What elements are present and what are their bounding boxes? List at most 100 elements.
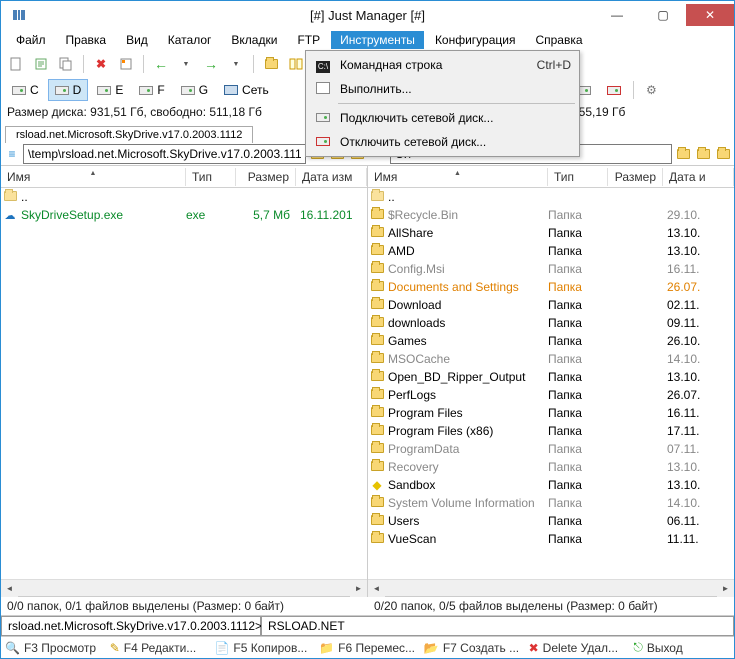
network-button[interactable]: Сеть <box>217 79 276 101</box>
col-type[interactable]: Тип <box>548 168 608 186</box>
file-row[interactable]: .. <box>368 188 734 206</box>
menuitem-icon <box>312 82 334 97</box>
file-row[interactable]: AllShareПапка13.10. <box>368 224 734 242</box>
compare-icon[interactable] <box>285 53 307 75</box>
menu-вкладки[interactable]: Вкладки <box>222 31 286 49</box>
file-row[interactable]: .. <box>1 188 367 206</box>
left-filelist[interactable]: ..☁SkyDriveSetup.exeexe5,7 Мб16.11.201 <box>1 188 367 579</box>
forward-icon[interactable]: → <box>200 53 222 75</box>
menuitem-label: Командная строка <box>334 58 537 72</box>
left-scrollbar[interactable]: ◄► <box>1 579 367 596</box>
menuitem-netadd[interactable]: Подключить сетевой диск... <box>308 106 577 130</box>
forward-dropdown-icon[interactable]: ▼ <box>225 53 247 75</box>
file-row[interactable]: PerfLogsПапка26.07. <box>368 386 734 404</box>
menuitem-cmd[interactable]: C:\Командная строкаCtrl+D <box>308 53 577 77</box>
file-row[interactable]: Documents and SettingsПапка26.07. <box>368 278 734 296</box>
file-row[interactable]: AMDПапка13.10. <box>368 242 734 260</box>
file-row[interactable]: System Volume InformationПапка14.10. <box>368 494 734 512</box>
right-drivebar: ⚙ <box>566 77 734 103</box>
file-row[interactable]: UsersПапка06.11. <box>368 512 734 530</box>
drive-d[interactable]: D <box>48 79 89 101</box>
copy-icon[interactable] <box>55 53 77 75</box>
left-path-input[interactable] <box>23 144 306 164</box>
file-row[interactable]: VueScanПапка11.11. <box>368 530 734 548</box>
fn-f5[interactable]: 📄F5 Копиров... <box>210 641 315 655</box>
file-type: Папка <box>548 244 608 258</box>
file-icon: ◆ <box>368 478 386 492</box>
file-name: $Recycle.Bin <box>386 208 548 222</box>
col-size[interactable]: Размер <box>236 168 296 186</box>
file-icon <box>1 190 19 204</box>
close-button[interactable]: ✕ <box>686 4 734 26</box>
fn-f3[interactable]: 🔍F3 Просмотр <box>1 641 106 655</box>
file-icon <box>368 514 386 528</box>
delete-icon[interactable]: ✖ <box>90 53 112 75</box>
settings-icon[interactable]: ⚙ <box>639 79 664 101</box>
col-date[interactable]: Дата и <box>663 168 734 186</box>
new-icon[interactable] <box>5 53 27 75</box>
col-size[interactable]: Размер <box>608 168 663 186</box>
fav3-icon[interactable] <box>714 145 732 163</box>
fav2-icon[interactable] <box>694 145 712 163</box>
properties-icon[interactable] <box>115 53 137 75</box>
file-row[interactable]: ◆SandboxПапка13.10. <box>368 476 734 494</box>
maximize-button[interactable]: ▢ <box>640 4 686 26</box>
drive-e[interactable]: E <box>90 79 130 101</box>
file-row[interactable]: downloadsПапка09.11. <box>368 314 734 332</box>
file-row[interactable]: Config.MsiПапка16.11. <box>368 260 734 278</box>
col-type[interactable]: Тип <box>186 168 236 186</box>
fn-f6[interactable]: 📁F6 Перемес... <box>315 641 420 655</box>
fn-delete[interactable]: ✖Delete Удал... <box>525 641 630 655</box>
menu-правка[interactable]: Правка <box>57 31 116 49</box>
file-icon <box>368 298 386 312</box>
file-row[interactable]: Program Files (x86)Папка17.11. <box>368 422 734 440</box>
drive-f[interactable]: F <box>132 79 171 101</box>
menu-справка[interactable]: Справка <box>526 31 591 49</box>
file-row[interactable]: $Recycle.BinПапка29.10. <box>368 206 734 224</box>
file-row[interactable]: Program FilesПапка16.11. <box>368 404 734 422</box>
col-name[interactable]: Имя <box>368 168 548 186</box>
file-icon <box>368 262 386 276</box>
right-filelist[interactable]: ..$Recycle.BinПапка29.10.AllShareПапка13… <box>368 188 734 579</box>
right-scrollbar[interactable]: ◄► <box>368 579 734 596</box>
command-input[interactable]: RSLOAD.NET <box>261 616 734 636</box>
file-row[interactable]: Open_BD_Ripper_OutputПапка13.10. <box>368 368 734 386</box>
file-row[interactable]: GamesПапка26.10. <box>368 332 734 350</box>
back-dropdown-icon[interactable]: ▼ <box>175 53 197 75</box>
file-row[interactable]: DownloadПапка02.11. <box>368 296 734 314</box>
drive-c[interactable]: C <box>5 79 46 101</box>
file-date: 02.11. <box>663 298 734 312</box>
menu-ftp[interactable]: FTP <box>288 31 329 49</box>
fn-icon: ✖ <box>529 641 539 655</box>
file-row[interactable]: MSOCacheПапка14.10. <box>368 350 734 368</box>
col-date[interactable]: Дата изм <box>296 168 367 186</box>
menu-вид[interactable]: Вид <box>117 31 157 49</box>
menuitem-run[interactable]: Выполнить... <box>308 77 577 101</box>
file-row[interactable]: ☁SkyDriveSetup.exeexe5,7 Мб16.11.201 <box>1 206 367 224</box>
file-row[interactable]: RecoveryПапка13.10. <box>368 458 734 476</box>
menuitem-netrem[interactable]: Отключить сетевой диск... <box>308 130 577 154</box>
menuitem-icon: C:\ <box>312 58 334 73</box>
history-icon[interactable]: ≡ <box>3 145 21 163</box>
fn-f4[interactable]: ✎F4 Редакти... <box>106 641 211 655</box>
drive-g[interactable]: G <box>174 79 215 101</box>
folder-tree-icon[interactable] <box>260 53 282 75</box>
left-tab[interactable]: rsload.net.Microsoft.SkyDrive.v17.0.2003… <box>5 126 253 143</box>
file-row[interactable]: ProgramDataПапка07.11. <box>368 440 734 458</box>
minimize-button[interactable]: — <box>594 4 640 26</box>
file-date: 14.10. <box>663 496 734 510</box>
drive-disconnect-icon[interactable] <box>600 79 628 101</box>
menu-конфигурация[interactable]: Конфигурация <box>426 31 525 49</box>
file-type: Папка <box>548 280 608 294</box>
fn-выход[interactable]: ⎋Выход <box>629 640 734 655</box>
menu-инструменты[interactable]: Инструменты <box>331 31 424 49</box>
fn-f7[interactable]: 📂F7 Создать ... <box>420 641 525 655</box>
command-prompt[interactable]: rsload.net.Microsoft.SkyDrive.v17.0.2003… <box>1 616 261 636</box>
file-date: 16.11. <box>663 406 734 420</box>
menu-каталог[interactable]: Каталог <box>159 31 221 49</box>
edit-icon[interactable] <box>30 53 52 75</box>
back-icon[interactable]: ← <box>150 53 172 75</box>
menu-файл[interactable]: Файл <box>7 31 55 49</box>
fav1-icon[interactable] <box>674 145 692 163</box>
col-name[interactable]: Имя <box>1 168 186 186</box>
